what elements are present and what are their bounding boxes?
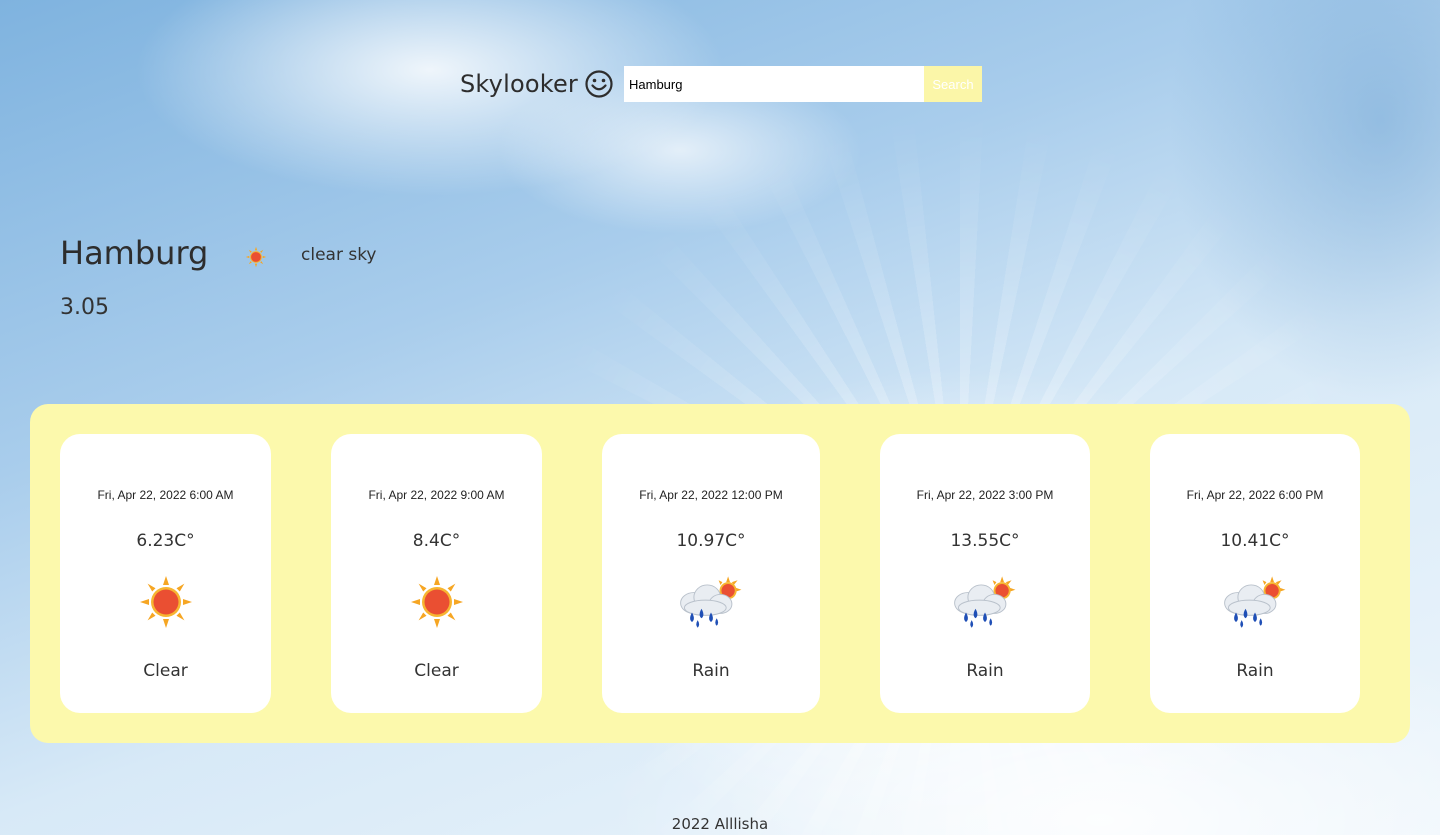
- forecast-card: Fri, Apr 22, 2022 9:00 AM 8.4C° Clear: [331, 434, 542, 713]
- current-city: Hamburg: [60, 234, 209, 272]
- footer-credit: 2022 Alllisha: [671, 815, 769, 833]
- forecast-panel: Fri, Apr 22, 2022 6:00 AM 6.23C° Clear F…: [30, 404, 1410, 743]
- forecast-temp: 13.55C°: [950, 531, 1020, 551]
- forecast-card: Fri, Apr 22, 2022 6:00 PM 10.41C° Rain: [1150, 434, 1360, 713]
- search-input[interactable]: [624, 66, 924, 102]
- forecast-card: Fri, Apr 22, 2022 3:00 PM 13.55C° Rain: [880, 434, 1090, 713]
- sun-icon: [409, 574, 465, 630]
- sun-icon: [245, 246, 267, 268]
- forecast-card: Fri, Apr 22, 2022 6:00 AM 6.23C° Clear: [60, 434, 271, 713]
- forecast-temp: 10.97C°: [676, 531, 746, 551]
- forecast-description: Rain: [966, 661, 1004, 681]
- sun-icon: [138, 574, 194, 630]
- forecast-description: Rain: [692, 661, 730, 681]
- forecast-description: Rain: [1236, 661, 1274, 681]
- rain-cloud-sun-icon: [947, 574, 1023, 630]
- forecast-card: Fri, Apr 22, 2022 12:00 PM 10.97C° Rain: [602, 434, 820, 713]
- smiley-face-icon: [584, 69, 614, 99]
- rain-cloud-sun-icon: [673, 574, 749, 630]
- search-button[interactable]: Search: [924, 66, 982, 102]
- rain-cloud-sun-icon: [1217, 574, 1293, 630]
- current-description: clear sky: [301, 245, 377, 265]
- forecast-date: Fri, Apr 22, 2022 9:00 AM: [368, 488, 505, 502]
- forecast-date: Fri, Apr 22, 2022 6:00 PM: [1186, 488, 1324, 502]
- forecast-date: Fri, Apr 22, 2022 12:00 PM: [639, 488, 783, 502]
- forecast-description: Clear: [414, 661, 459, 681]
- forecast-temp: 10.41C°: [1220, 531, 1290, 551]
- app-header: Skylooker Search: [460, 64, 982, 104]
- forecast-temp: 6.23C°: [136, 531, 195, 551]
- forecast-description: Clear: [143, 661, 188, 681]
- current-temperature: 3.05: [60, 295, 109, 320]
- forecast-date: Fri, Apr 22, 2022 3:00 PM: [916, 488, 1054, 502]
- forecast-temp: 8.4C°: [412, 531, 461, 551]
- forecast-date: Fri, Apr 22, 2022 6:00 AM: [97, 488, 234, 502]
- brand-title: Skylooker: [460, 70, 578, 98]
